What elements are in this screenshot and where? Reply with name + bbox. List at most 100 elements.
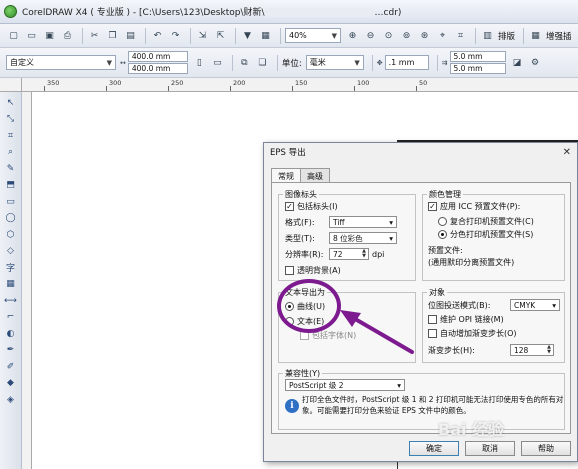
polygon-tool-icon[interactable]: ⬡ (3, 227, 19, 242)
duplicate-y-field[interactable]: 5.0 mm (449, 63, 506, 74)
options-icon[interactable]: ⚙ (528, 55, 543, 70)
apply-icc-checkbox[interactable]: ✓ (428, 202, 437, 211)
duplicate-x-value: 5.0 mm (453, 52, 483, 61)
composite-profile-radio[interactable] (438, 217, 447, 226)
duplicate-y-value: 5.0 mm (453, 64, 483, 73)
paste-icon[interactable]: ▤ (123, 28, 138, 43)
save-icon[interactable]: ▣ (42, 28, 57, 43)
smart-fill-icon[interactable]: ⬒ (3, 178, 19, 193)
table-tool-icon[interactable]: ▦ (3, 277, 19, 292)
snap-menu-label[interactable]: 增强插 (546, 30, 572, 42)
zoom-in-icon[interactable]: ⊕ (345, 28, 360, 43)
import-icon[interactable]: ⇲ (195, 28, 210, 43)
maintain-opi-row[interactable]: 维护 OPI 链接(M) (428, 314, 504, 325)
maintain-opi-label: 维护 OPI 链接(M) (440, 315, 504, 324)
include-header-label: 包括标头(I) (297, 202, 338, 211)
connector-tool-icon[interactable]: ⌐ (3, 310, 19, 325)
compatibility-select[interactable]: PostScript 级 2 ▾ (285, 379, 405, 391)
current-page-icon[interactable]: ❏ (255, 55, 270, 70)
bitmap-mode-select[interactable]: CMYK ▾ (510, 299, 560, 311)
page-height-field[interactable]: 400.0 mm (127, 63, 188, 74)
freehand-tool-icon[interactable]: ✎ (3, 161, 19, 176)
close-icon[interactable]: ✕ (563, 147, 571, 158)
separation-profile-radio[interactable] (438, 230, 447, 239)
print-icon[interactable]: ⎙ (60, 28, 75, 43)
include-header-checkbox[interactable]: ✓ (285, 202, 294, 211)
eyedropper-tool-icon[interactable]: ✒ (3, 343, 19, 358)
format-select[interactable]: Tiff ▾ (329, 216, 397, 228)
resolution-spinner[interactable]: 72 ▲ ▼ (329, 248, 369, 260)
type-label: 类型(T): (285, 233, 315, 243)
auto-fountain-checkbox[interactable] (428, 329, 437, 338)
type-select[interactable]: 8 位彩色 ▾ (329, 232, 397, 244)
composite-profile-row[interactable]: 复合打印机预置文件(C) (438, 216, 534, 227)
format-row: 格式(F): Tiff ▾ (285, 216, 397, 228)
zoom-page-icon[interactable]: ⊛ (417, 28, 432, 43)
portrait-icon[interactable]: ▯ (192, 55, 207, 70)
zoom-out-icon[interactable]: ⊖ (363, 28, 378, 43)
ellipse-tool-icon[interactable]: ◯ (3, 211, 19, 226)
snap-icon[interactable]: ▦ (528, 28, 543, 43)
chevron-down-icon: ▾ (389, 233, 393, 243)
zoom-tool-icon[interactable]: ⌕ (3, 145, 19, 160)
color-management-legend: 颜色管理 (429, 190, 461, 199)
outline-tool-icon[interactable]: ✐ (3, 359, 19, 374)
format-label: 格式(F): (285, 217, 315, 227)
zoom-selected-icon[interactable]: ⊙ (381, 28, 396, 43)
application-launcher-icon[interactable]: ▼ (240, 28, 255, 43)
zoom-level-combo[interactable]: 40% ▼ (285, 28, 341, 43)
duplicate-x-field[interactable]: 5.0 mm (449, 51, 506, 62)
horizontal-ruler[interactable]: 350 300 250 200 150 100 50 (22, 78, 578, 92)
crop-tool-icon[interactable]: ⌗ (3, 128, 19, 143)
blend-tool-icon[interactable]: ◐ (3, 326, 19, 341)
toolbar-separator (523, 27, 525, 44)
dimension-tool-icon[interactable]: ⟷ (3, 293, 19, 308)
include-header-row[interactable]: ✓ 包括标头(I) (285, 201, 338, 212)
fill-tool-icon[interactable]: ◆ (3, 376, 19, 391)
rectangle-tool-icon[interactable]: ▭ (3, 194, 19, 209)
width-icon: ↔ (120, 58, 126, 67)
shape-tool-icon[interactable]: ⤡ (3, 112, 19, 127)
cut-icon[interactable]: ✂ (87, 28, 102, 43)
new-document-icon[interactable]: ▢ (6, 28, 21, 43)
basic-shapes-icon[interactable]: ◇ (3, 244, 19, 259)
ok-button[interactable]: 确定 (409, 441, 459, 456)
ruler-tick-label: 50 (419, 79, 428, 87)
auto-fountain-row[interactable]: 自动增加渐变步长(O) (428, 328, 517, 339)
fountain-steps-label: 渐变步长(H): (428, 345, 475, 355)
copy-icon[interactable]: ❐ (105, 28, 120, 43)
zoom-width-icon[interactable]: ⌖ (435, 28, 450, 43)
page-width-field[interactable]: 400.0 mm (127, 51, 188, 62)
tab-advanced[interactable]: 高级 (300, 168, 330, 182)
open-folder-icon[interactable]: ▭ (24, 28, 39, 43)
launch-menu-label[interactable]: 排版 (498, 30, 515, 42)
paper-preset-combo[interactable]: 自定义 ▼ (6, 55, 116, 70)
redo-icon[interactable]: ↷ (168, 28, 183, 43)
transparent-bg-checkbox[interactable] (285, 266, 294, 275)
pick-tool-icon[interactable]: ↖ (3, 95, 19, 110)
vertical-ruler[interactable] (22, 92, 32, 469)
transparent-bg-row[interactable]: 透明背景(A) (285, 265, 341, 276)
nudge-distance-field[interactable]: .1 mm (384, 55, 429, 70)
help-button[interactable]: 帮助 (521, 441, 571, 456)
interactive-fill-icon[interactable]: ◈ (3, 392, 19, 407)
treat-as-filled-icon[interactable]: ◪ (510, 55, 525, 70)
all-pages-icon[interactable]: ⧉ (237, 55, 252, 70)
zoom-all-icon[interactable]: ⊚ (399, 28, 414, 43)
ruler-origin[interactable] (0, 78, 22, 92)
undo-icon[interactable]: ↶ (150, 28, 165, 43)
text-tool-icon[interactable]: 字 (3, 260, 19, 275)
welcome-icon[interactable]: ▦ (258, 28, 273, 43)
cancel-button[interactable]: 取消 (465, 441, 515, 456)
apply-icc-row[interactable]: ✓ 应用 ICC 预置文件(P): (428, 201, 520, 212)
units-combo[interactable]: 毫米 ▼ (305, 55, 364, 70)
fountain-steps-spinner[interactable]: 128 ▲ ▼ (510, 344, 554, 356)
zoom-height-icon[interactable]: ⌗ (453, 28, 468, 43)
landscape-icon[interactable]: ▭ (210, 55, 225, 70)
export-icon[interactable]: ⇱ (213, 28, 228, 43)
chevron-down-icon: ▾ (389, 217, 393, 227)
maintain-opi-checkbox[interactable] (428, 315, 437, 324)
layout-icon[interactable]: ▥ (480, 28, 495, 43)
tab-general[interactable]: 常规 (271, 168, 301, 183)
separation-profile-row[interactable]: 分色打印机预置文件(S) (438, 229, 533, 240)
